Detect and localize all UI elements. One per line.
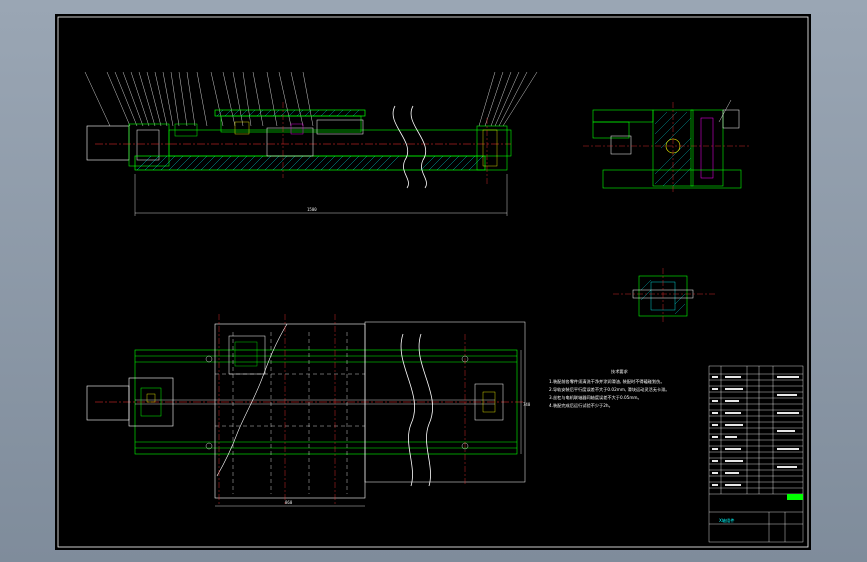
front-overall-dimension-label: 1500: [307, 207, 317, 212]
base-hatching: [136, 155, 484, 171]
sheet-border: [57, 16, 809, 548]
notes-line-2: 2.导轨安装后平行度误差不大于0.02mm, 滑块运动灵活无卡滞。: [549, 386, 669, 393]
front-section-view: 1500: [84, 71, 538, 216]
detail-view: [613, 268, 717, 322]
front-leaders: [84, 71, 538, 127]
highlight-cell: [787, 494, 803, 500]
parts-list: [708, 365, 804, 543]
parts-list-text-marks: [712, 376, 799, 486]
plan-width-dimension-label: 860: [285, 500, 293, 505]
notes-line-1: 1.装配前各零件须清洗干净并涂润滑油, 装配时不得磕碰划伤。: [549, 378, 665, 385]
technical-notes: 技术要求 1.装配前各零件须清洗干净并涂润滑油, 装配时不得磕碰划伤。 2.导轨…: [549, 368, 669, 409]
plan-bolts: [205, 355, 469, 450]
plan-view: 860 740: [86, 314, 531, 507]
drawing-sheet: 1500 860 740 技术要求 1.装配前各零件须清洗干净并涂润滑油, 装配…: [55, 14, 811, 550]
notes-line-4: 4.装配完成后运行试验不少于2h。: [549, 402, 613, 409]
notes-title: 技术要求: [611, 368, 629, 375]
front-dimension: [134, 174, 508, 216]
side-section-view: [583, 99, 749, 194]
drawing-title: X轴组件: [719, 517, 734, 524]
plan-height-dimension-label: 740: [523, 402, 531, 407]
drawing-canvas: 1500 860 740 技术要求 1.装配前各零件须清洗干净并涂润滑油, 装配…: [57, 16, 809, 548]
cad-viewport[interactable]: 1500 860 740 技术要求 1.装配前各零件须清洗干净并涂润滑油, 装配…: [0, 0, 867, 562]
notes-line-3: 3.丝杠与电机联轴器同轴度误差不大于0.05mm。: [549, 394, 642, 401]
